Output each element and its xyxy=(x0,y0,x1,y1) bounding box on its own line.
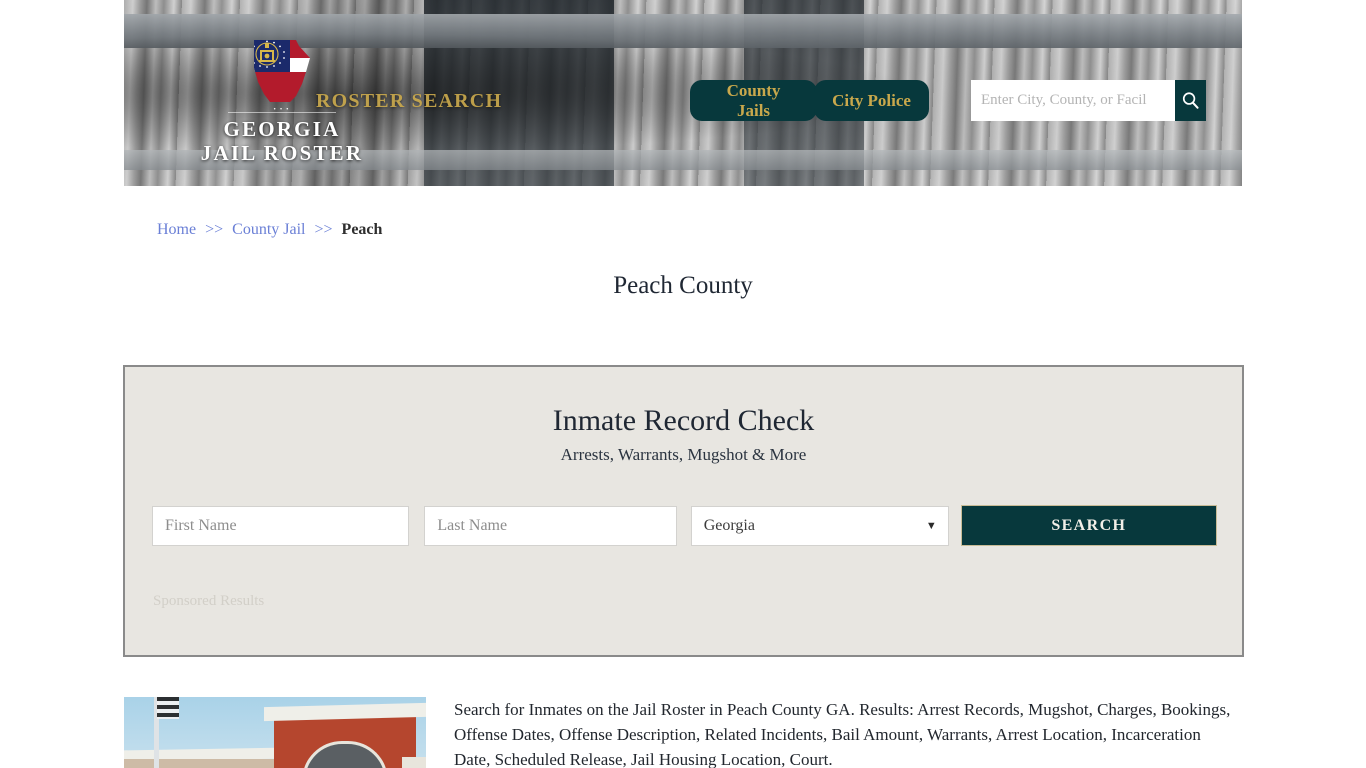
logo-brand-line1: GEORGIA xyxy=(223,117,341,141)
logo-brand-line2: JAIL ROSTER xyxy=(200,141,364,165)
last-name-input[interactable] xyxy=(424,505,677,546)
nav-county-jails[interactable]: County Jails xyxy=(690,80,817,121)
header-tagline: ROSTER SEARCH xyxy=(316,90,503,112)
site-header: GEORGIA JAIL ROSTER ROSTER SEARCH County… xyxy=(124,0,1242,186)
breadcrumb-separator: >> xyxy=(205,221,224,238)
breadcrumb-separator: >> xyxy=(314,221,333,238)
inmate-search-button[interactable]: SEARCH xyxy=(960,505,1217,546)
page-root: GEORGIA JAIL ROSTER ROSTER SEARCH County… xyxy=(0,0,1366,768)
panel-subheading: Arrests, Warrants, Mugshot & More xyxy=(560,445,807,464)
breadcrumb-item-current: Peach xyxy=(341,221,383,238)
content-section: Search for Inmates on the Jail Roster in… xyxy=(124,697,1242,768)
sponsored-results-label: Sponsored Results xyxy=(153,593,265,609)
panel-heading: Inmate Record Check xyxy=(552,404,815,437)
inmate-search-form: Georgia ▼ SEARCH xyxy=(152,505,1217,546)
thumbnail-flag xyxy=(157,697,179,719)
georgia-state-flag-icon xyxy=(254,40,310,102)
breadcrumb: Home >> County Jail >> Peach xyxy=(157,221,382,239)
breadcrumb-item-county-jail[interactable]: County Jail xyxy=(232,221,305,238)
search-icon xyxy=(1182,92,1199,109)
first-name-input[interactable] xyxy=(152,505,410,546)
jail-building-thumbnail xyxy=(124,697,426,768)
breadcrumb-item-home[interactable]: Home xyxy=(157,221,196,238)
nav-city-police[interactable]: City Police xyxy=(814,80,929,121)
thumbnail-wall xyxy=(124,759,282,768)
header-search-input[interactable] xyxy=(971,80,1175,121)
state-select[interactable]: Georgia xyxy=(690,505,949,546)
inmate-record-check-panel: Inmate Record Check Arrests, Warrants, M… xyxy=(123,365,1244,657)
page-title: Peach County xyxy=(613,272,753,299)
thumbnail-column xyxy=(402,757,426,768)
header-search-button[interactable] xyxy=(1175,80,1206,121)
page-description: Search for Inmates on the Jail Roster in… xyxy=(454,700,1231,768)
state-select-wrapper: Georgia ▼ xyxy=(690,505,949,546)
header-search xyxy=(971,80,1206,121)
